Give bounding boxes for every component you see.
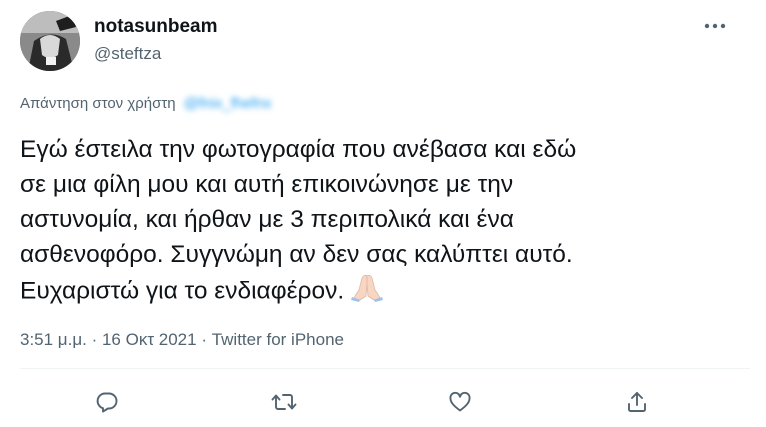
display-name[interactable]: notasunbeam <box>94 16 218 38</box>
tweet-text-line: αστυνομία, και ήρθαν με 3 περιπολικά και… <box>20 206 514 233</box>
tweet-time[interactable]: 3:51 μ.μ. <box>20 330 87 349</box>
reply-context-label: Απάντηση στον χρήστη <box>20 95 176 112</box>
tweet-text-line: Εγώ έστειλα την φωτογραφία που ανέβασα κ… <box>20 136 577 163</box>
reply-context: Απάντηση στον χρήστη @fnix_fhefnx <box>20 95 272 112</box>
share-button[interactable] <box>617 382 657 422</box>
like-icon <box>449 391 471 412</box>
avatar[interactable] <box>20 11 80 71</box>
avatar-photo <box>20 11 80 71</box>
more-icon <box>704 23 726 29</box>
tweet-date[interactable]: 16 Οκτ 2021 <box>102 330 197 349</box>
tweet-text-line: ασθενοφόρο. Συγγνώμη αν δεν σας καλύπτει… <box>20 241 573 268</box>
reply-button[interactable] <box>87 382 127 422</box>
retweet-button[interactable] <box>264 382 304 422</box>
tweet-text-line: σε μια φίλη μου και αυτή επικοινώνησε με… <box>20 171 514 198</box>
folded-hands-icon <box>350 272 384 312</box>
tweet-text-line: Ευχαριστώ για το ενδιαφέρον. <box>20 277 345 305</box>
action-bar <box>0 382 766 422</box>
share-icon <box>628 392 646 412</box>
more-button[interactable] <box>700 14 730 38</box>
tweet-text: Εγώ έστειλα την φωτογραφία που ανέβασα κ… <box>20 132 750 312</box>
user-handle[interactable]: @steftza <box>94 44 161 64</box>
reply-icon <box>96 392 118 413</box>
like-button[interactable] <box>440 382 480 422</box>
tweet-card: notasunbeam @steftza Απάντηση στον χρήστ… <box>0 0 766 427</box>
tweet-text-line-last: Ευχαριστώ για το ενδιαφέρον. <box>20 272 750 312</box>
reply-mention-link[interactable]: @fnix_fhefnx <box>184 95 272 112</box>
retweet-icon <box>271 394 297 410</box>
meta-separator: · <box>86 330 102 349</box>
tweet-source[interactable]: Twitter for iPhone <box>212 330 344 349</box>
meta-separator: · <box>196 330 212 349</box>
tweet-meta: 3:51 μ.μ. · 16 Οκτ 2021 · Twitter for iP… <box>20 330 344 350</box>
divider <box>20 368 750 369</box>
